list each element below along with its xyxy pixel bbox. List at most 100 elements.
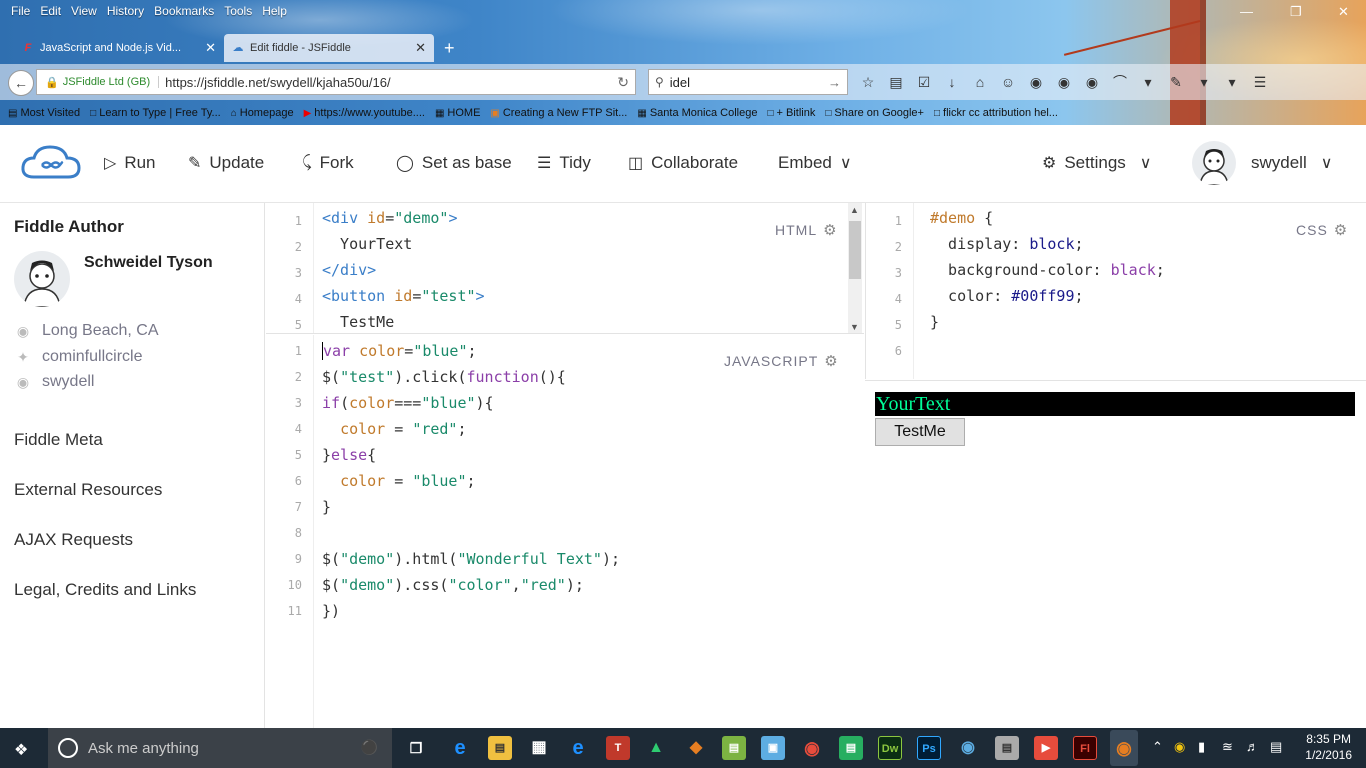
app-diamond-icon[interactable]: ◆ (684, 736, 708, 760)
bookmark-item[interactable]: ▶ https://www.youtube.... (304, 107, 425, 119)
microphone-icon[interactable]: ⚫ (361, 739, 378, 756)
result-panel[interactable]: YourText TestMe (865, 380, 1366, 728)
store-icon[interactable]: ▦ (527, 736, 551, 760)
task-view-icon[interactable]: ❐ (404, 736, 428, 760)
sidebar-item-fiddle-meta[interactable]: Fiddle Meta (14, 430, 103, 450)
cortana-search[interactable]: Ask me anything ⚫ (48, 728, 392, 768)
html-editor-panel[interactable]: 1 2 3 4 5 <div id="demo"> YourText </div… (266, 203, 864, 334)
dreamweaver-icon[interactable]: Dw (878, 736, 902, 760)
bookmark-item[interactable]: □ flickr cc attribution hel... (934, 107, 1058, 119)
set-as-base-button[interactable]: ◯ Set as base (396, 153, 512, 173)
app-chart-icon[interactable]: ▤ (722, 736, 746, 760)
home-icon[interactable]: ⌂ (970, 72, 990, 92)
collaborate-button[interactable]: ◫ Collaborate (628, 153, 738, 173)
bookmark-star-icon[interactable]: ☆ (858, 72, 878, 92)
menu-view[interactable]: View (66, 4, 102, 18)
testme-button[interactable]: TestMe (875, 418, 965, 446)
tab-javascript-node[interactable]: F JavaScript and Node.js Vid... ✕ (14, 34, 224, 62)
download-icon[interactable]: ↓ (942, 72, 962, 92)
volume-icon[interactable]: ♬ (1246, 739, 1259, 754)
globe-icon[interactable]: ◉ (1026, 72, 1046, 92)
gear-icon[interactable]: ⚙ (1334, 221, 1348, 239)
search-input[interactable]: ⚲ idel → (648, 69, 848, 95)
css-editor-panel[interactable]: 1 2 3 4 5 6 #demo { display: block; back… (865, 203, 1366, 379)
new-tab-icon[interactable]: + (444, 34, 455, 62)
bookmark-item[interactable]: ▦ Santa Monica College (637, 107, 757, 119)
bookmark-item[interactable]: ▦ HOME (435, 107, 480, 119)
dropdown2-icon[interactable]: ▾ (1194, 72, 1214, 92)
sidebar-item-ajax-requests[interactable]: AJAX Requests (14, 530, 133, 550)
photoshop-icon[interactable]: Ps (917, 736, 941, 760)
avatar[interactable] (1192, 141, 1236, 185)
bookmark-item[interactable]: ⌂ Homepage (231, 107, 294, 119)
author-twitter[interactable]: ✦ cominfullcircle (14, 348, 142, 366)
url-text[interactable]: https://jsfiddle.net/swydell/kjaha50u/16… (165, 75, 390, 90)
dropdown3-icon[interactable]: ▾ (1222, 72, 1242, 92)
reading-list-icon[interactable]: ▤ (886, 72, 906, 92)
tab-edit-fiddle[interactable]: ☁ Edit fiddle - JSFiddle ✕ (224, 34, 434, 62)
bookmark-item[interactable]: ▤ Most Visited (8, 107, 80, 119)
js-editor-panel[interactable]: 1 2 3 4 5 6 7 8 9 10 11 var color="blue"… (266, 335, 864, 728)
menu-help[interactable]: Help (257, 4, 292, 18)
extension-icon[interactable]: ◉ (1054, 72, 1074, 92)
back-button[interactable]: ← (8, 70, 34, 96)
tab-close-icon[interactable]: ✕ (205, 40, 216, 56)
extension3-icon[interactable]: ✎ (1166, 72, 1186, 92)
tidy-button[interactable]: ☰ Tidy (537, 153, 591, 173)
bookmark-item[interactable]: ▣ Creating a New FTP Sit... (490, 107, 627, 119)
close-window-icon[interactable]: ✕ (1338, 4, 1349, 20)
firefox-icon[interactable]: ◉ (1110, 730, 1138, 766)
search-value[interactable]: idel (670, 75, 690, 90)
settings-button[interactable]: ⚙ Settings ∨ (1042, 153, 1152, 173)
site-identity[interactable]: JSFiddle Ltd (GB) (63, 76, 160, 88)
restore-icon[interactable]: ❐ (1290, 4, 1302, 20)
system-clock[interactable]: 8:35 PM 1/2/2016 (1305, 731, 1352, 763)
emoji-icon[interactable]: ☺ (998, 72, 1018, 92)
bookmark-item[interactable]: □ Share on Google+ (825, 107, 924, 119)
bookmark-item[interactable]: □ + Bitlink (767, 107, 815, 119)
app-notes-icon[interactable]: ▣ (761, 736, 785, 760)
gear-icon[interactable]: ⚙ (823, 221, 837, 239)
jsfiddle-logo-icon[interactable] (20, 143, 82, 188)
windows-start-icon[interactable]: ❖ (14, 740, 28, 760)
html-code[interactable]: <div id="demo"> YourText </div> <button … (322, 205, 485, 333)
mp3-app-icon[interactable]: ▶ (1034, 736, 1058, 760)
file-explorer-icon[interactable]: ▤ (488, 736, 512, 760)
css-code[interactable]: #demo { display: block; background-color… (930, 205, 1165, 335)
scroll-thumb[interactable] (849, 221, 861, 279)
menu-file[interactable]: File (6, 4, 35, 18)
google-drive-icon[interactable]: ▲ (644, 736, 668, 760)
wifi-icon[interactable]: ≊ (1222, 739, 1233, 755)
bookmark-item[interactable]: □ Learn to Type | Free Ty... (90, 107, 221, 119)
flash-icon[interactable]: Fl (1073, 736, 1097, 760)
app-t-icon[interactable]: T (606, 736, 630, 760)
edge-icon[interactable]: e (448, 736, 472, 760)
app-swirl-icon[interactable]: ◉ (956, 736, 980, 760)
notifications-icon[interactable]: ▤ (1270, 739, 1282, 755)
minimize-icon[interactable]: — (1240, 4, 1253, 19)
pocket-icon[interactable]: ☑ (914, 72, 934, 92)
run-button[interactable]: ▷ Run (104, 153, 156, 173)
tray-chevron-icon[interactable]: ⌃ (1152, 739, 1163, 755)
gear-icon[interactable]: ⚙ (824, 352, 838, 370)
menu-history[interactable]: History (102, 4, 149, 18)
hamburger-menu-icon[interactable]: ☰ (1250, 72, 1270, 92)
search-go-icon[interactable]: → (828, 75, 841, 90)
tab-close-icon[interactable]: ✕ (415, 40, 426, 56)
fork-button[interactable]: ⤹ Fork (302, 153, 354, 173)
menu-tools[interactable]: Tools (219, 4, 257, 18)
battery-icon[interactable]: ▮ (1198, 739, 1205, 755)
internet-explorer-icon[interactable]: e (566, 736, 590, 760)
sidebar-item-external-resources[interactable]: External Resources (14, 480, 162, 500)
update-button[interactable]: ✎ Update (188, 153, 264, 173)
author-github[interactable]: ◉ swydell (14, 373, 95, 391)
url-bar[interactable]: 🔒 JSFiddle Ltd (GB) https://jsfiddle.net… (36, 69, 636, 95)
rainbow-icon[interactable]: ⌒ (1110, 72, 1130, 92)
app-sheet-icon[interactable]: ▤ (839, 736, 863, 760)
html-scrollbar[interactable]: ▲ ▼ (848, 203, 862, 333)
sidebar-item-legal[interactable]: Legal, Credits and Links (14, 580, 196, 600)
embed-button[interactable]: Embed ∨ (778, 153, 852, 173)
extension2-icon[interactable]: ◉ (1082, 72, 1102, 92)
chrome-icon[interactable]: ◉ (800, 736, 824, 760)
user-menu-button[interactable]: swydell ∨ (1251, 153, 1332, 173)
